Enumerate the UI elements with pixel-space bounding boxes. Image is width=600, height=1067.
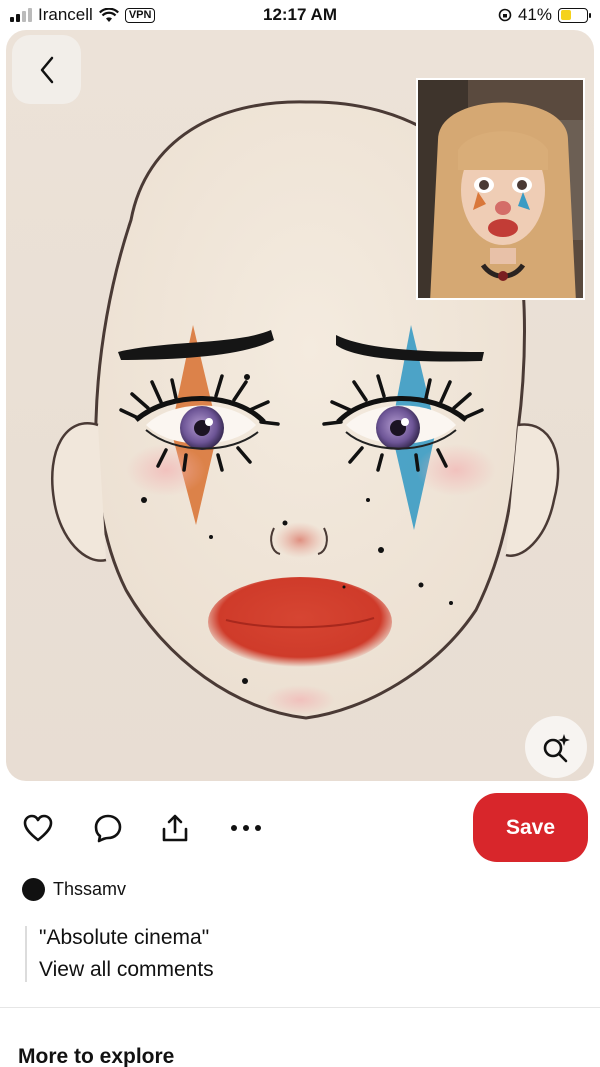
reference-photo-thumbnail: [416, 78, 585, 300]
share-upload-icon: [162, 814, 188, 842]
save-button[interactable]: Save: [473, 793, 588, 862]
battery-icon: [558, 7, 591, 23]
rotation-lock-icon: [498, 8, 512, 22]
top-comment: "Absolute cinema": [39, 926, 210, 949]
like-button[interactable]: [21, 811, 55, 845]
visual-search-button[interactable]: [525, 716, 587, 778]
more-to-explore-heading: More to explore: [18, 1045, 175, 1067]
section-divider: [0, 1007, 600, 1008]
more-options-button[interactable]: [229, 811, 263, 845]
status-right: 41%: [498, 5, 591, 25]
pin-image[interactable]: [6, 30, 594, 781]
author-name[interactable]: Thssamv: [53, 879, 126, 900]
heart-icon: [23, 814, 53, 842]
share-button[interactable]: [158, 811, 192, 845]
ellipsis-icon: [231, 825, 261, 831]
status-bar: Irancell VPN 12:17 AM 41%: [0, 0, 600, 30]
lens-sparkle-icon: [543, 734, 570, 763]
back-button[interactable]: [12, 35, 81, 104]
speech-bubble-icon: [94, 814, 122, 843]
reference-photo-icon: [418, 80, 583, 298]
battery-percent: 41%: [517, 5, 552, 24]
chevron-left-icon: [40, 56, 53, 83]
avatar[interactable]: [22, 878, 45, 901]
pin-author[interactable]: Thssamv: [22, 878, 126, 901]
comment-button[interactable]: [91, 811, 125, 845]
view-all-comments-link[interactable]: View all comments: [39, 958, 214, 982]
comment-preview: "Absolute cinema" View all comments: [25, 926, 214, 982]
